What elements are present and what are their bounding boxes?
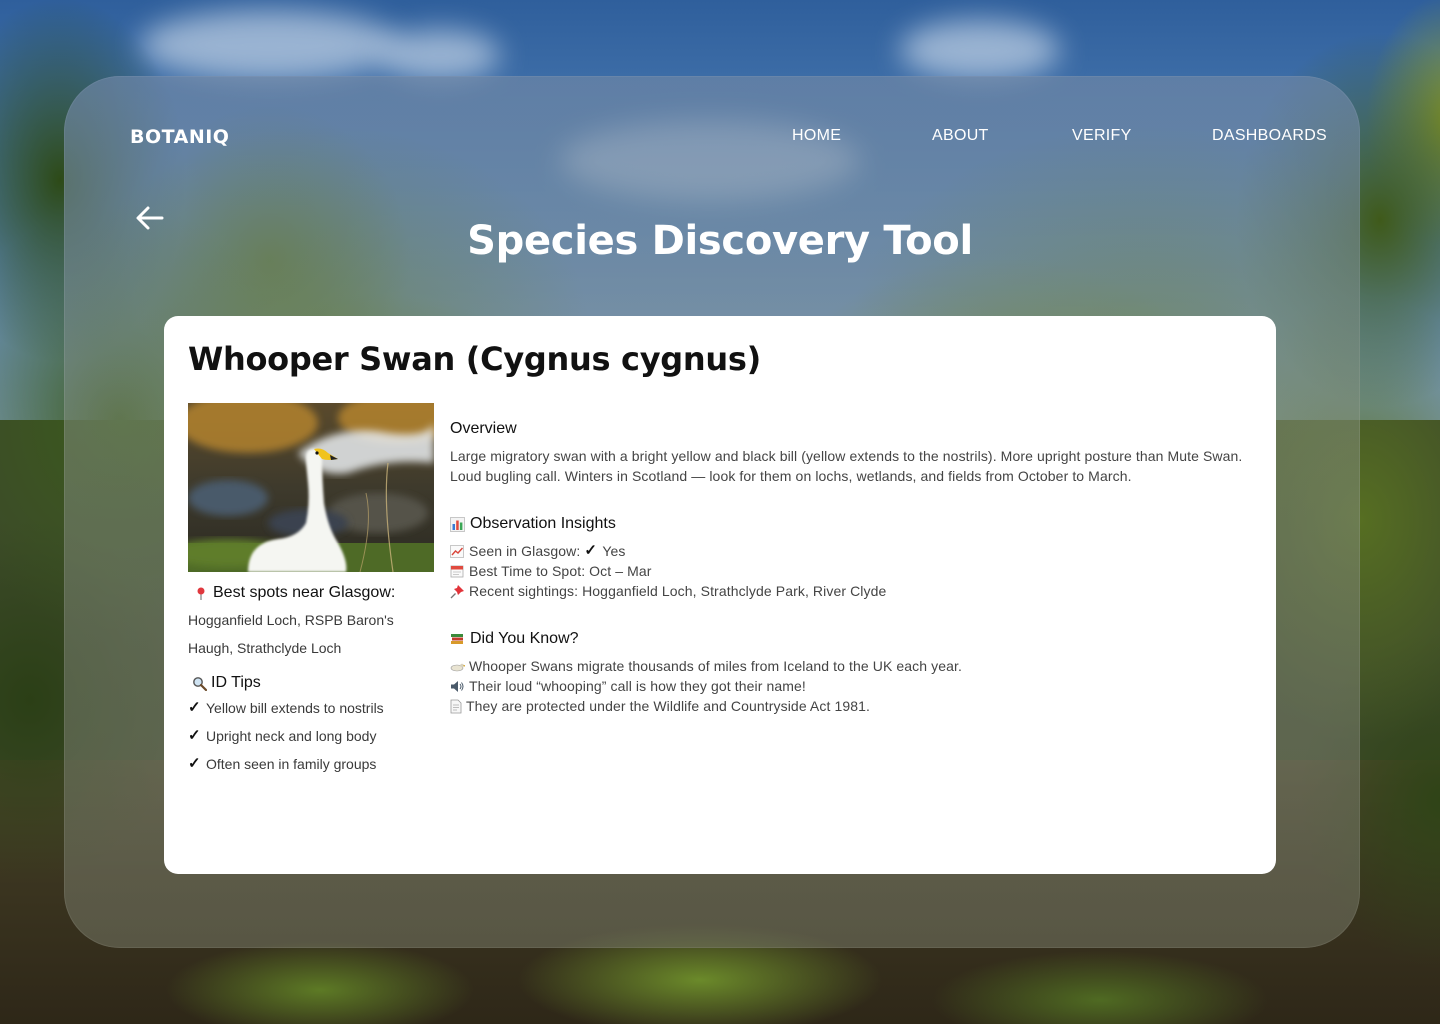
- pushpin-icon: [450, 584, 465, 599]
- fact-item: They are protected under the Wildlife an…: [450, 696, 1250, 716]
- best-spots-line-2: Haugh, Strathclyde Loch: [188, 640, 342, 656]
- logo[interactable]: BOTANIQ: [130, 126, 229, 148]
- insight-seen-value: Yes: [602, 543, 626, 559]
- nav-home[interactable]: HOME: [792, 127, 841, 145]
- insights-heading: Observation Insights: [450, 515, 1250, 533]
- insight-best-time: Best Time to Spot: Oct – Mar: [450, 561, 1250, 581]
- calendar-icon: [450, 564, 465, 579]
- check-icon: ✓: [188, 755, 201, 772]
- bar-chart-icon: [450, 516, 465, 532]
- check-icon: ✓: [188, 727, 201, 744]
- id-tips-heading-text: ID Tips: [211, 674, 261, 691]
- fact-item: Whooper Swans migrate thousands of miles…: [450, 656, 1250, 676]
- insight-recent: Recent sightings: Hogganfield Loch, Stra…: [450, 581, 1250, 601]
- bird-icon: [450, 659, 466, 674]
- best-spots-heading: Best spots near Glasgow:: [188, 584, 438, 602]
- right-column: Overview Large migratory swan with a bri…: [450, 420, 1250, 716]
- insight-best-time-text: Best Time to Spot: Oct – Mar: [469, 563, 652, 579]
- magnifier-icon: [192, 676, 208, 691]
- nav-verify-link[interactable]: VERIFY: [1072, 127, 1132, 144]
- species-card: Whooper Swan (Cygnus cygnus) Best spots …: [164, 316, 1276, 874]
- nav-home-link[interactable]: HOME: [792, 127, 841, 144]
- did-you-know-heading-text: Did You Know?: [470, 630, 579, 647]
- best-spots-line-1: Hogganfield Loch, RSPB Baron's: [188, 612, 394, 628]
- id-tips-heading: ID Tips: [188, 674, 438, 692]
- id-tip-text: Often seen in family groups: [206, 756, 377, 772]
- trend-chart-icon: [450, 544, 465, 559]
- id-tip-item: ✓ Yellow bill extends to nostrils: [188, 694, 438, 722]
- nav-about[interactable]: ABOUT: [932, 127, 989, 145]
- nav-verify[interactable]: VERIFY: [1072, 127, 1132, 145]
- did-you-know-heading: Did You Know?: [450, 630, 1250, 648]
- id-tip-text: Upright neck and long body: [206, 728, 377, 744]
- round-pushpin-icon: [194, 586, 209, 601]
- species-title: Whooper Swan (Cygnus cygnus): [188, 340, 761, 378]
- best-spots-heading-text: Best spots near Glasgow:: [213, 584, 396, 601]
- check-icon: ✓: [188, 699, 201, 716]
- fact-text: They are protected under the Wildlife an…: [466, 698, 870, 714]
- species-photo: [188, 403, 434, 572]
- insight-seen-label: Seen in Glasgow:: [469, 543, 581, 559]
- nav-dashboards-link[interactable]: DASHBOARDS: [1212, 127, 1327, 144]
- left-column: Best spots near Glasgow: Hogganfield Loc…: [188, 584, 438, 778]
- fact-text: Whooper Swans migrate thousands of miles…: [469, 658, 962, 674]
- speaker-icon: [450, 679, 465, 694]
- insight-recent-text: Recent sightings: Hogganfield Loch, Stra…: [469, 583, 887, 599]
- insights-heading-text: Observation Insights: [470, 515, 616, 532]
- overview-text: Large migratory swan with a bright yello…: [450, 448, 1243, 484]
- page-title: Species Discovery Tool: [467, 218, 973, 264]
- id-tip-item: ✓ Often seen in family groups: [188, 750, 438, 778]
- document-icon: [450, 699, 462, 714]
- overview-heading: Overview: [450, 420, 517, 437]
- nav-dashboards[interactable]: DASHBOARDS: [1212, 127, 1327, 145]
- id-tip-text: Yellow bill extends to nostrils: [206, 700, 384, 716]
- fact-item: Their loud “whooping” call is how they g…: [450, 676, 1250, 696]
- insight-seen: Seen in Glasgow: ✓ Yes: [450, 541, 1250, 561]
- id-tip-item: ✓ Upright neck and long body: [188, 722, 438, 750]
- check-icon: ✓: [584, 542, 598, 559]
- fact-text: Their loud “whooping” call is how they g…: [469, 678, 806, 694]
- books-icon: [450, 632, 465, 647]
- nav-about-link[interactable]: ABOUT: [932, 127, 989, 144]
